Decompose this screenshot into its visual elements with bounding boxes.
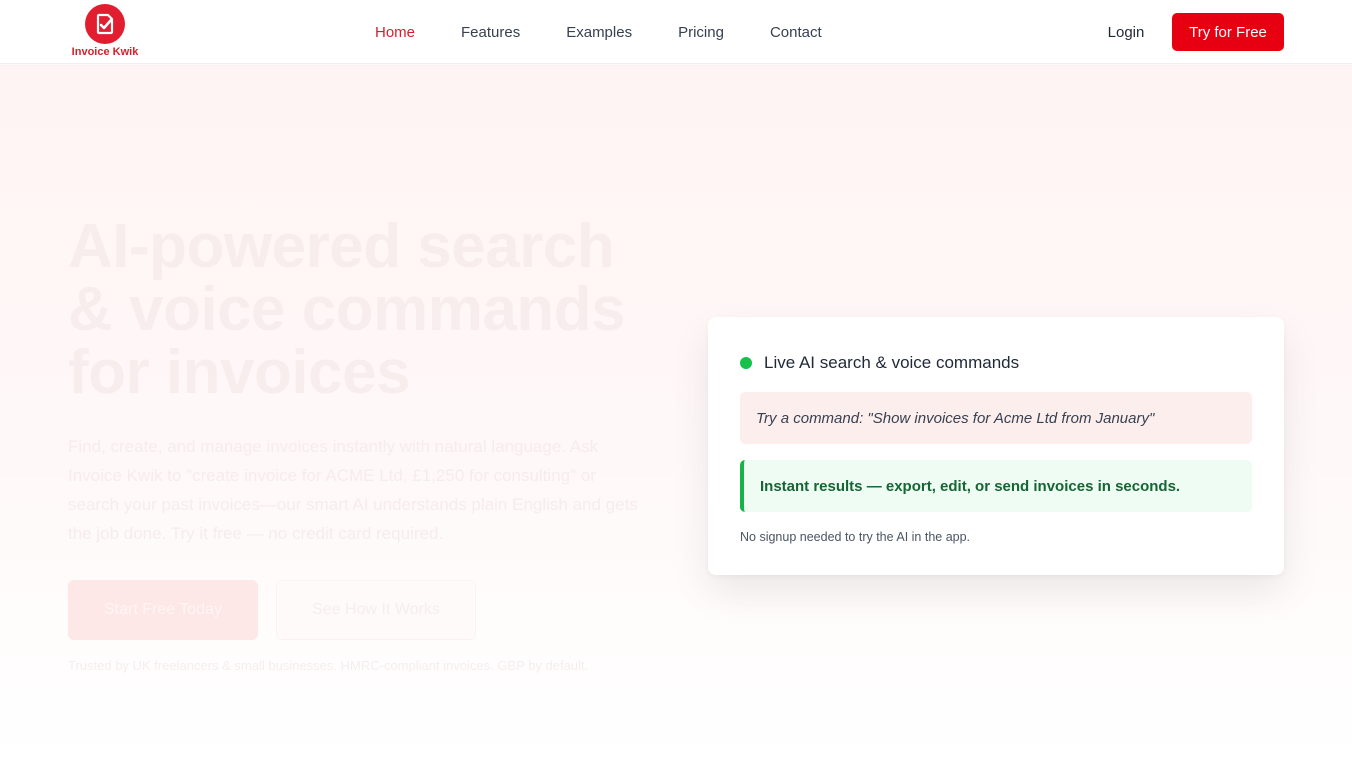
- hero-content: AI-powered search & voice commands for i…: [68, 215, 648, 676]
- main-nav: Home Features Examples Pricing Contact: [352, 0, 845, 64]
- card-header: Live AI search & voice commands: [740, 352, 1252, 374]
- nav-features[interactable]: Features: [438, 24, 543, 41]
- hero-buttons: Start Free Today See How It Works: [68, 580, 648, 640]
- start-free-button[interactable]: Start Free Today: [68, 580, 258, 640]
- login-link[interactable]: Login: [1092, 0, 1160, 64]
- hero-subtext: Find, create, and manage invoices instan…: [68, 437, 638, 543]
- brand-name: Invoice Kwik: [71, 46, 139, 58]
- command-example: Try a command: "Show invoices for Acme L…: [740, 392, 1252, 444]
- brand-logo[interactable]: Invoice Kwik: [68, 4, 142, 60]
- nav-pricing[interactable]: Pricing: [655, 24, 747, 41]
- see-how-it-works-button[interactable]: See How It Works: [276, 580, 476, 640]
- hero-section: AI-powered search & voice commands for i…: [0, 65, 1352, 760]
- try-for-free-button[interactable]: Try for Free: [1172, 13, 1284, 51]
- top-navbar: Invoice Kwik Home Features Examples Pric…: [0, 0, 1352, 64]
- trust-text: Trusted by UK freelancers & small busine…: [68, 658, 589, 673]
- nav-home[interactable]: Home: [352, 24, 438, 41]
- nav-contact[interactable]: Contact: [747, 24, 845, 41]
- card-title: Live AI search & voice commands: [764, 353, 1020, 372]
- ai-demo-card: Live AI search & voice commands Try a co…: [708, 317, 1284, 575]
- live-status-dot-icon: [740, 357, 752, 369]
- card-note: No signup needed to try the AI in the ap…: [740, 530, 971, 544]
- hero-headline: AI-powered search & voice commands for i…: [68, 212, 626, 407]
- result-message: Instant results — export, edit, or send …: [740, 460, 1252, 512]
- check-document-icon: [85, 4, 125, 44]
- nav-examples[interactable]: Examples: [543, 24, 655, 41]
